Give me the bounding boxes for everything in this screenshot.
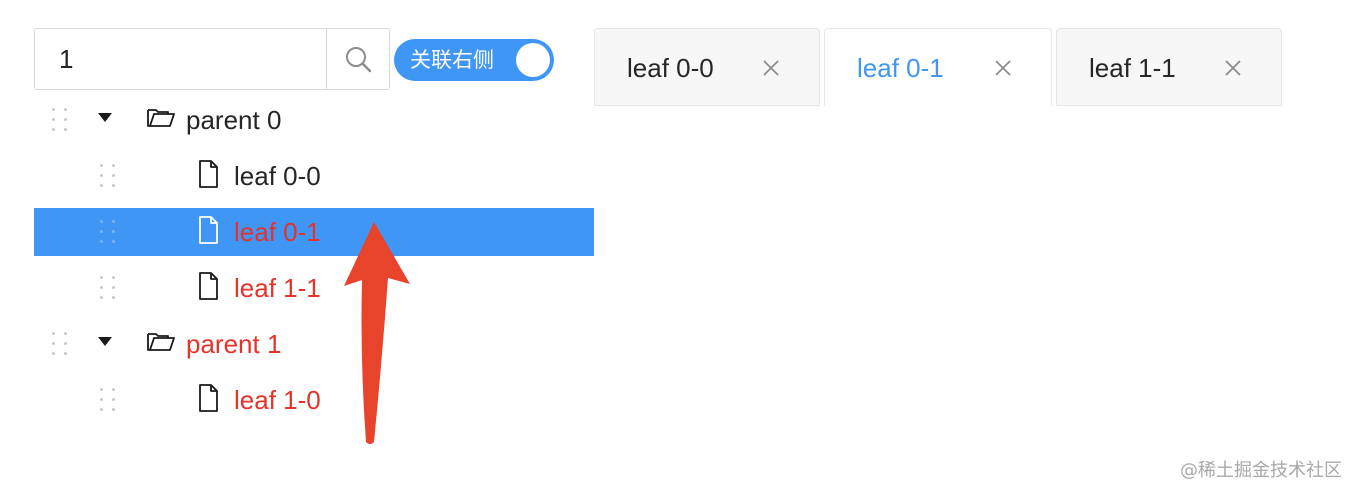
drag-handle-icon[interactable] xyxy=(50,106,70,134)
tab-leaf-1-1[interactable]: leaf 1-1 xyxy=(1056,28,1282,106)
tree-leaf-row[interactable]: leaf 0-0 xyxy=(34,148,594,204)
search-input[interactable] xyxy=(35,29,326,89)
file-icon xyxy=(196,214,220,251)
tree-node-label: parent 0 xyxy=(186,105,282,135)
folder-open-icon xyxy=(146,102,176,139)
tree-node-label: leaf 0-1 xyxy=(234,217,321,247)
caret-down-icon[interactable] xyxy=(98,113,112,122)
tree-node-label: parent 1 xyxy=(186,329,282,359)
tree-node-label: leaf 1-0 xyxy=(234,385,321,415)
caret-down-icon[interactable] xyxy=(98,337,112,346)
drag-handle-icon[interactable] xyxy=(98,162,118,190)
tree-leaf-row[interactable]: leaf 0-1 xyxy=(34,208,594,256)
file-tree: parent 0 leaf 0-0 leaf 0-1 leaf 1-1 parent 1… xyxy=(34,92,594,428)
tree-folder-row[interactable]: parent 1 xyxy=(34,316,594,372)
search-icon xyxy=(346,47,372,73)
drag-handle-icon[interactable] xyxy=(98,386,118,414)
toggle-knob xyxy=(516,43,550,77)
tab-label: leaf 1-1 xyxy=(1089,53,1176,83)
link-right-toggle[interactable]: 关联右侧 xyxy=(394,39,554,81)
file-icon xyxy=(196,270,220,307)
watermark: @稀土掘金技术社区 xyxy=(1180,460,1342,481)
close-icon[interactable] xyxy=(761,58,781,78)
drag-handle-icon[interactable] xyxy=(98,218,118,246)
tree-node-label: leaf 1-1 xyxy=(234,273,321,303)
search-box xyxy=(34,28,390,90)
tree-folder-row[interactable]: parent 0 xyxy=(34,92,594,148)
tab-bar: leaf 0-0 leaf 0-1 leaf 1-1 xyxy=(594,28,1294,108)
close-icon[interactable] xyxy=(993,58,1013,78)
close-icon[interactable] xyxy=(1223,58,1243,78)
tab-leaf-0-0[interactable]: leaf 0-0 xyxy=(594,28,820,106)
tree-leaf-row[interactable]: leaf 1-0 xyxy=(34,372,594,428)
tab-leaf-0-1[interactable]: leaf 0-1 xyxy=(824,28,1052,106)
drag-handle-icon[interactable] xyxy=(50,330,70,358)
toggle-label: 关联右侧 xyxy=(410,48,494,72)
annotation-arrow xyxy=(344,222,410,444)
search-button[interactable] xyxy=(326,29,389,89)
file-icon xyxy=(196,382,220,419)
tree-leaf-row[interactable]: leaf 1-1 xyxy=(34,260,594,316)
tab-label: leaf 0-0 xyxy=(627,53,714,83)
tree-node-label: leaf 0-0 xyxy=(234,161,321,191)
drag-handle-icon[interactable] xyxy=(98,274,118,302)
tab-label: leaf 0-1 xyxy=(857,53,944,83)
folder-open-icon xyxy=(146,326,176,363)
file-icon xyxy=(196,158,220,195)
